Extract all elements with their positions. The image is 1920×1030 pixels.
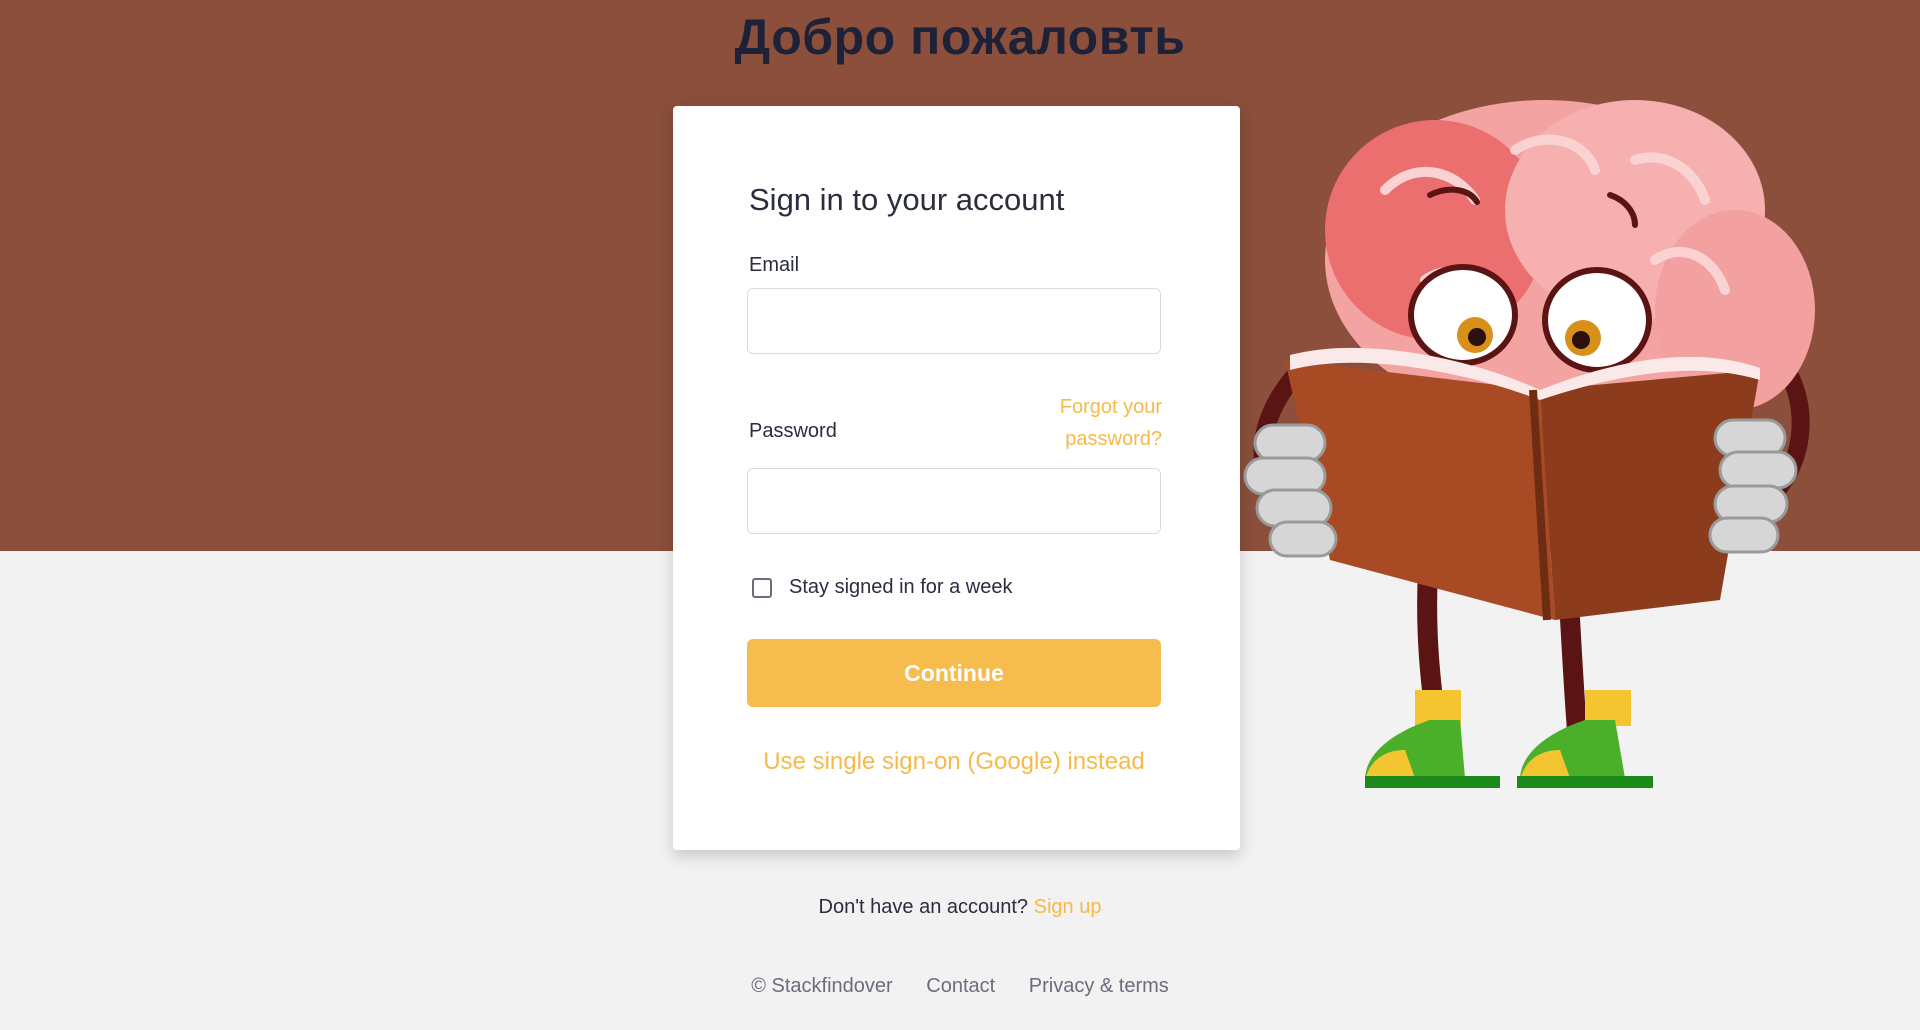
brain-mascot-icon xyxy=(1243,100,1815,788)
signup-link[interactable]: Sign up xyxy=(1034,896,1102,918)
footer-privacy-link[interactable]: Privacy & terms xyxy=(1029,975,1169,997)
email-label: Email xyxy=(749,254,800,276)
footer-copyright: © Stackfindover xyxy=(751,975,893,997)
signup-prompt: Don't have an account? xyxy=(818,896,1029,918)
email-field[interactable] xyxy=(747,288,1161,354)
signin-title: Sign in to your account xyxy=(749,182,1065,217)
signin-card: Sign in to your account Email Password F… xyxy=(673,106,1240,850)
stay-signed-in-checkbox[interactable] xyxy=(752,578,772,598)
footer-contact-link[interactable]: Contact xyxy=(926,975,995,997)
page-title: Добро пожаловть xyxy=(734,9,1186,65)
password-label: Password xyxy=(749,420,837,442)
continue-button[interactable]: Continue xyxy=(747,639,1161,707)
forgot-password-link[interactable]: Forgot your password? xyxy=(1002,391,1162,455)
login-page: Добро пожаловть Sign in to your account … xyxy=(0,0,1920,1030)
password-field[interactable] xyxy=(747,468,1161,534)
stay-signed-in-label[interactable]: Stay signed in for a week xyxy=(789,576,1012,599)
sso-google-link[interactable]: Use single sign-on (Google) instead xyxy=(747,748,1161,776)
signup-row: Don't have an account? Sign up xyxy=(0,896,1920,919)
footer: © Stackfindover Contact Privacy & terms xyxy=(0,975,1920,998)
